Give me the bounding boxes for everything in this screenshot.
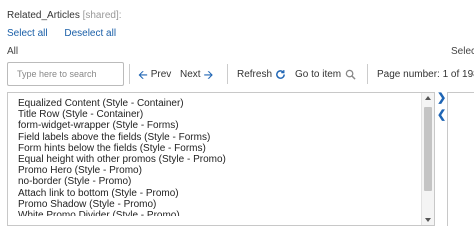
all-items-listbox[interactable]: Equalized Content (Style - Container) Ti… bbox=[7, 92, 435, 226]
chevron-right-icon[interactable]: ❯ bbox=[437, 91, 446, 104]
field-label: Related_Articles [shared]: bbox=[7, 10, 122, 21]
next-label: Next bbox=[180, 69, 201, 80]
deselect-all-link[interactable]: Deselect all bbox=[64, 28, 116, 39]
next-button[interactable]: Next 🡪 bbox=[180, 67, 214, 82]
shared-tag: [shared]: bbox=[82, 10, 122, 21]
items-list: Equalized Content (Style - Container) Ti… bbox=[18, 98, 226, 216]
search-icon bbox=[345, 69, 356, 80]
list-item[interactable]: no-border (Style - Promo) bbox=[18, 176, 226, 187]
list-item[interactable]: White Promo Divider (Style - Promo) bbox=[18, 210, 226, 216]
toolbar-divider bbox=[367, 64, 368, 84]
list-item[interactable]: Title Row (Style - Container) bbox=[18, 109, 226, 120]
list-item[interactable]: Form hints below the fields (Style - For… bbox=[18, 143, 226, 154]
selection-links: Select all Deselect all bbox=[7, 28, 130, 39]
list-scrollbar[interactable] bbox=[421, 93, 434, 225]
chevron-left-icon[interactable]: ❮ bbox=[437, 108, 446, 121]
prev-button[interactable]: 🡨 Prev bbox=[138, 67, 172, 82]
go-to-item-label: Go to item bbox=[295, 69, 342, 80]
page-number: Page number: 1 of 1986 bbox=[377, 69, 474, 80]
selected-items-listbox[interactable] bbox=[447, 92, 474, 226]
search-input[interactable] bbox=[7, 62, 124, 86]
toolbar-divider bbox=[227, 64, 228, 84]
list-item[interactable]: Promo Hero (Style - Promo) bbox=[18, 165, 226, 176]
list-item[interactable]: Promo Shadow (Style - Promo) bbox=[18, 199, 226, 210]
list-item[interactable]: form-widget-wrapper (Style - Forms) bbox=[18, 120, 226, 131]
refresh-button[interactable]: Refresh bbox=[237, 69, 286, 80]
scroll-up-icon[interactable] bbox=[425, 96, 431, 100]
field-name: Related_Articles bbox=[7, 10, 80, 21]
prev-label: Prev bbox=[150, 69, 172, 80]
list-item[interactable]: Attach link to bottom (Style - Promo) bbox=[18, 188, 226, 199]
go-to-item-button[interactable]: Go to item bbox=[295, 69, 356, 80]
refresh-label: Refresh bbox=[237, 69, 273, 80]
all-column-label: All bbox=[7, 46, 19, 57]
list-item[interactable]: Equal height with other promos (Style - … bbox=[18, 154, 226, 165]
select-all-link[interactable]: Select all bbox=[7, 28, 48, 39]
scroll-down-icon[interactable] bbox=[425, 218, 431, 222]
scroll-thumb[interactable] bbox=[424, 107, 432, 191]
refresh-icon bbox=[276, 70, 285, 79]
list-item[interactable]: Equalized Content (Style - Container) bbox=[18, 98, 226, 109]
arrow-right-icon: 🡪 bbox=[203, 67, 214, 82]
list-item[interactable]: Field labels above the fields (Style - F… bbox=[18, 132, 226, 143]
selected-column-label: Selected bbox=[451, 46, 474, 57]
list-toolbar: 🡨 Prev Next 🡪 Refresh Go to item Page nu… bbox=[0, 62, 474, 88]
toolbar-divider bbox=[129, 64, 130, 84]
arrow-left-icon: 🡨 bbox=[138, 67, 148, 82]
